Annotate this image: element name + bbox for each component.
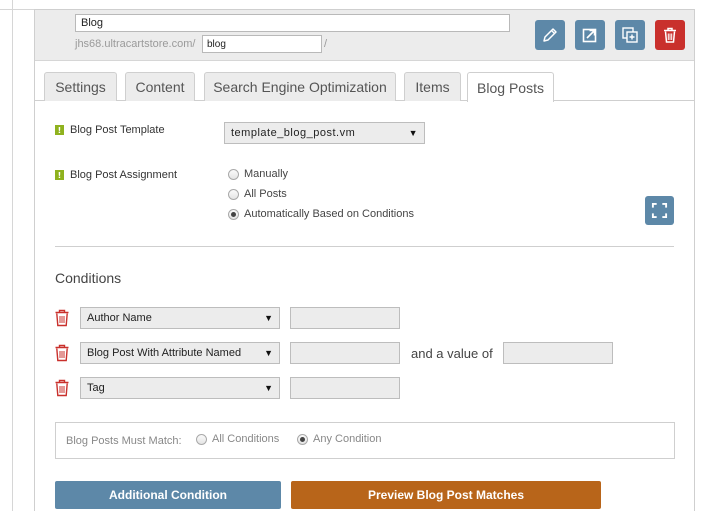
chevron-down-icon: ▼ — [264, 313, 273, 323]
tab-blog-posts[interactable]: Blog Posts — [467, 72, 554, 102]
chevron-down-icon: ▼ — [408, 128, 418, 138]
condition-field-value: Author Name — [87, 312, 152, 324]
external-link-icon — [582, 28, 597, 43]
trash-icon — [664, 27, 676, 43]
top-border-rule — [0, 9, 34, 10]
radio-label: All Posts — [244, 188, 287, 200]
condition-field-select[interactable]: Tag ▼ — [80, 377, 280, 399]
left-border-rule — [12, 0, 13, 511]
tab-items[interactable]: Items — [404, 72, 461, 101]
url-suffix: / — [324, 38, 328, 50]
template-label: Blog Post Template — [70, 124, 165, 136]
and-value-label: and a value of — [411, 346, 493, 361]
assignment-option-all-posts[interactable]: All Posts — [228, 188, 287, 200]
page-title-input[interactable] — [75, 14, 510, 32]
url-slug-input[interactable] — [202, 35, 322, 53]
section-divider — [55, 246, 674, 247]
condition-attribute-value-input[interactable] — [503, 342, 613, 364]
tab-settings[interactable]: Settings — [44, 72, 117, 101]
tab-content[interactable]: Content — [125, 72, 195, 101]
radio-button[interactable] — [228, 188, 239, 200]
blog-editor-panel: jhs68.ultracartstore.com/ / — [34, 9, 695, 511]
assignment-label: Blog Post Assignment — [70, 169, 178, 181]
match-mode-box: Blog Posts Must Match: All Conditions An… — [55, 422, 675, 459]
tab-seo[interactable]: Search Engine Optimization — [204, 72, 396, 101]
assignment-label-row: ! Blog Post Assignment — [55, 169, 177, 181]
condition-field-value: Tag — [87, 382, 105, 394]
conditions-heading: Conditions — [55, 270, 122, 286]
delete-condition-icon[interactable] — [54, 309, 70, 327]
match-option-any[interactable]: Any Condition — [297, 433, 382, 445]
match-label: Blog Posts Must Match: — [66, 435, 182, 447]
radio-label: Any Condition — [313, 433, 382, 445]
match-option-all[interactable]: All Conditions — [196, 433, 279, 445]
radio-label: Automatically Based on Conditions — [244, 208, 414, 220]
assignment-option-manually[interactable]: Manually — [228, 168, 288, 180]
open-page-button[interactable] — [575, 20, 605, 50]
delete-page-button[interactable] — [655, 20, 685, 50]
radio-label: Manually — [244, 168, 289, 180]
help-icon[interactable]: ! — [55, 125, 64, 135]
condition-field-value: Blog Post With Attribute Named — [87, 347, 242, 359]
radio-button[interactable] — [297, 433, 308, 445]
edit-button[interactable] — [535, 20, 565, 50]
condition-value-input[interactable] — [290, 377, 400, 399]
tab-bar: Settings Content Search Engine Optimizat… — [35, 61, 694, 102]
radio-button[interactable] — [228, 208, 239, 220]
delete-condition-icon[interactable] — [54, 344, 70, 362]
pencil-icon — [543, 28, 557, 42]
page-header: jhs68.ultracartstore.com/ / — [35, 10, 694, 61]
delete-condition-icon[interactable] — [54, 379, 70, 397]
preview-matches-button[interactable]: Preview Blog Post Matches — [291, 481, 601, 509]
condition-field-select[interactable]: Blog Post With Attribute Named ▼ — [80, 342, 280, 364]
condition-attribute-input[interactable] — [290, 342, 400, 364]
additional-condition-button[interactable]: Additional Condition — [55, 481, 281, 509]
template-selected-value: template_blog_post.vm — [231, 127, 356, 139]
expand-icon — [651, 202, 668, 219]
template-select[interactable]: template_blog_post.vm ▼ — [224, 122, 425, 144]
help-icon[interactable]: ! — [55, 170, 64, 180]
radio-button[interactable] — [196, 433, 207, 445]
duplicate-button[interactable] — [615, 20, 645, 50]
radio-label: All Conditions — [212, 433, 280, 445]
condition-value-input[interactable] — [290, 307, 400, 329]
chevron-down-icon: ▼ — [264, 348, 273, 358]
copy-icon — [622, 27, 638, 43]
assignment-option-conditions[interactable]: Automatically Based on Conditions — [228, 208, 414, 220]
fullscreen-button[interactable] — [645, 196, 674, 225]
url-prefix: jhs68.ultracartstore.com/ — [75, 38, 196, 50]
radio-button[interactable] — [228, 168, 239, 180]
condition-field-select[interactable]: Author Name ▼ — [80, 307, 280, 329]
template-label-row: ! Blog Post Template — [55, 124, 165, 136]
chevron-down-icon: ▼ — [264, 383, 273, 393]
